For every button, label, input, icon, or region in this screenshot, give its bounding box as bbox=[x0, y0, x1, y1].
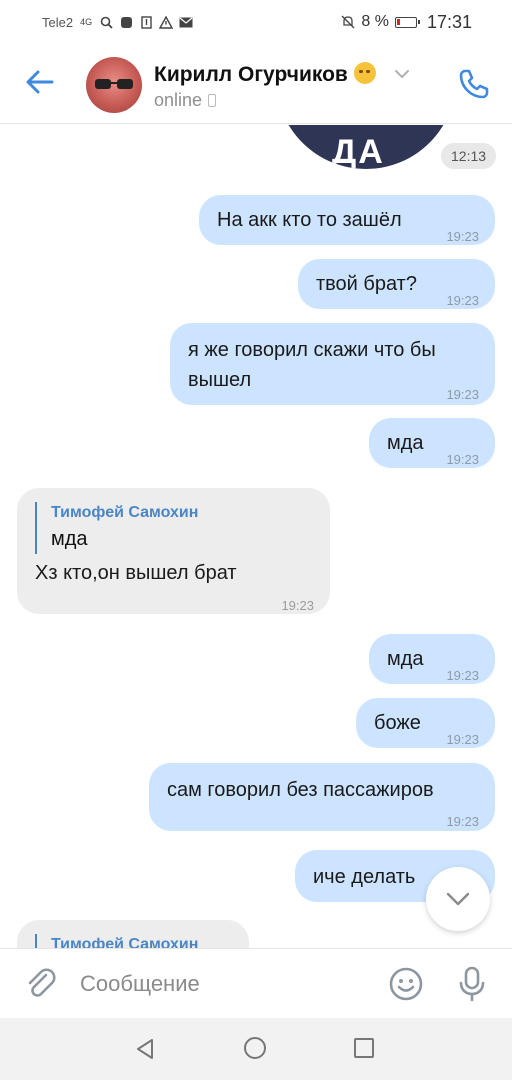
message-bubble[interactable]: мда 19:23 bbox=[369, 418, 495, 468]
message-input[interactable] bbox=[80, 967, 370, 1001]
message-bubble[interactable]: сам говорил без пассажиров 19:23 bbox=[149, 763, 495, 831]
message-time: 19:23 bbox=[446, 229, 479, 244]
contact-name-text: Кирилл Огурчиков bbox=[154, 63, 348, 86]
signal-icon: 4G bbox=[80, 17, 93, 27]
phone-call-icon bbox=[459, 69, 489, 99]
message-time: 19:23 bbox=[446, 668, 479, 683]
message-time: 19:23 bbox=[446, 732, 479, 747]
message-bubble[interactable]: я же говорил скажи что бы вышел 19:23 bbox=[170, 323, 495, 405]
message-bubble-reply[interactable]: Тимофей Самохин bbox=[17, 920, 249, 948]
quote-text: мда bbox=[51, 528, 88, 550]
woozy-face-emoji bbox=[353, 62, 376, 84]
warning-icon bbox=[159, 15, 174, 29]
system-navigation-bar bbox=[0, 1018, 512, 1080]
message-text: иче делать bbox=[313, 866, 416, 888]
message-time: 19:23 bbox=[446, 814, 479, 829]
emoji-button[interactable] bbox=[388, 966, 424, 1002]
message-text: твой брат? bbox=[316, 273, 417, 295]
voice-message-button[interactable] bbox=[455, 965, 489, 1003]
message-text: сам говорил без пассажиров bbox=[167, 779, 434, 801]
message-bubble[interactable]: мда 19:23 bbox=[369, 634, 495, 684]
nav-home-button[interactable] bbox=[244, 1037, 266, 1059]
message-time: 19:23 bbox=[446, 387, 479, 402]
message-text: мда bbox=[387, 432, 424, 454]
message-text: боже bbox=[374, 712, 421, 734]
carrier-label: Tele2 bbox=[42, 14, 74, 30]
message-bubble[interactable]: боже 19:23 bbox=[356, 698, 495, 748]
status-bar: Tele2 4G 8 % 17:31 bbox=[0, 0, 512, 44]
message-text: Хз кто,он вышел брат bbox=[35, 562, 237, 584]
quote-author: Тимофей Самохин bbox=[51, 504, 199, 521]
message-bubble-reply[interactable]: Тимофей Самохин мда Хз кто,он вышел брат… bbox=[17, 488, 330, 614]
chevron-down-icon bbox=[446, 892, 470, 906]
battery-icon bbox=[394, 16, 420, 28]
scroll-down-button[interactable] bbox=[426, 867, 490, 931]
message-bubble[interactable]: На акк кто то зашёл 19:23 bbox=[199, 195, 495, 245]
message-text: мда bbox=[387, 648, 424, 670]
message-composer bbox=[0, 948, 512, 1018]
message-list[interactable]: ДА 12:13 На акк кто то зашёл 19:23 твой … bbox=[0, 125, 512, 948]
mute-icon bbox=[341, 15, 355, 29]
mobile-device-icon bbox=[208, 94, 217, 107]
smiley-icon bbox=[389, 967, 423, 1001]
clock: 17:31 bbox=[426, 11, 472, 32]
contact-name[interactable]: Кирилл Огурчиков bbox=[154, 62, 376, 87]
chevron-down-icon[interactable] bbox=[394, 66, 410, 84]
download-icon bbox=[139, 15, 153, 29]
online-status: online bbox=[154, 90, 217, 111]
message-text: я же говорил скажи что бы вышел bbox=[188, 339, 436, 391]
message-time: 19:23 bbox=[446, 452, 479, 467]
microphone-icon bbox=[459, 966, 485, 1002]
quote-author: Тимофей Самохин bbox=[51, 936, 199, 948]
sticker-text: ДА bbox=[332, 133, 385, 169]
message-time: 19:23 bbox=[446, 293, 479, 308]
sticker-timestamp: 12:13 bbox=[441, 143, 497, 169]
nav-back-button[interactable] bbox=[134, 1038, 156, 1065]
online-status-text: online bbox=[154, 90, 203, 110]
paperclip-icon bbox=[28, 968, 56, 997]
message-bubble[interactable]: твой брат? 19:23 bbox=[298, 259, 495, 309]
triangle-back-icon bbox=[137, 1039, 153, 1059]
message-time: 19:23 bbox=[281, 598, 314, 613]
call-button[interactable] bbox=[456, 66, 492, 102]
search-icon bbox=[99, 15, 113, 29]
attach-button[interactable] bbox=[22, 965, 58, 1001]
back-button[interactable] bbox=[22, 64, 58, 100]
quoted-message[interactable]: Тимофей Самохин мда bbox=[35, 502, 312, 554]
avatar[interactable] bbox=[86, 57, 142, 113]
nav-recents-button[interactable] bbox=[354, 1038, 374, 1058]
mail-icon bbox=[179, 15, 193, 29]
app-notification-icon bbox=[119, 15, 133, 29]
battery-percent: 8 % bbox=[361, 13, 389, 30]
sunglasses-graphic bbox=[95, 79, 133, 89]
message-text: На акк кто то зашёл bbox=[217, 209, 402, 231]
quoted-message[interactable]: Тимофей Самохин bbox=[35, 934, 231, 948]
chat-header: Кирилл Огурчиков online bbox=[0, 44, 512, 124]
back-arrow-icon bbox=[26, 70, 54, 94]
sticker-message[interactable]: ДА bbox=[276, 125, 456, 169]
